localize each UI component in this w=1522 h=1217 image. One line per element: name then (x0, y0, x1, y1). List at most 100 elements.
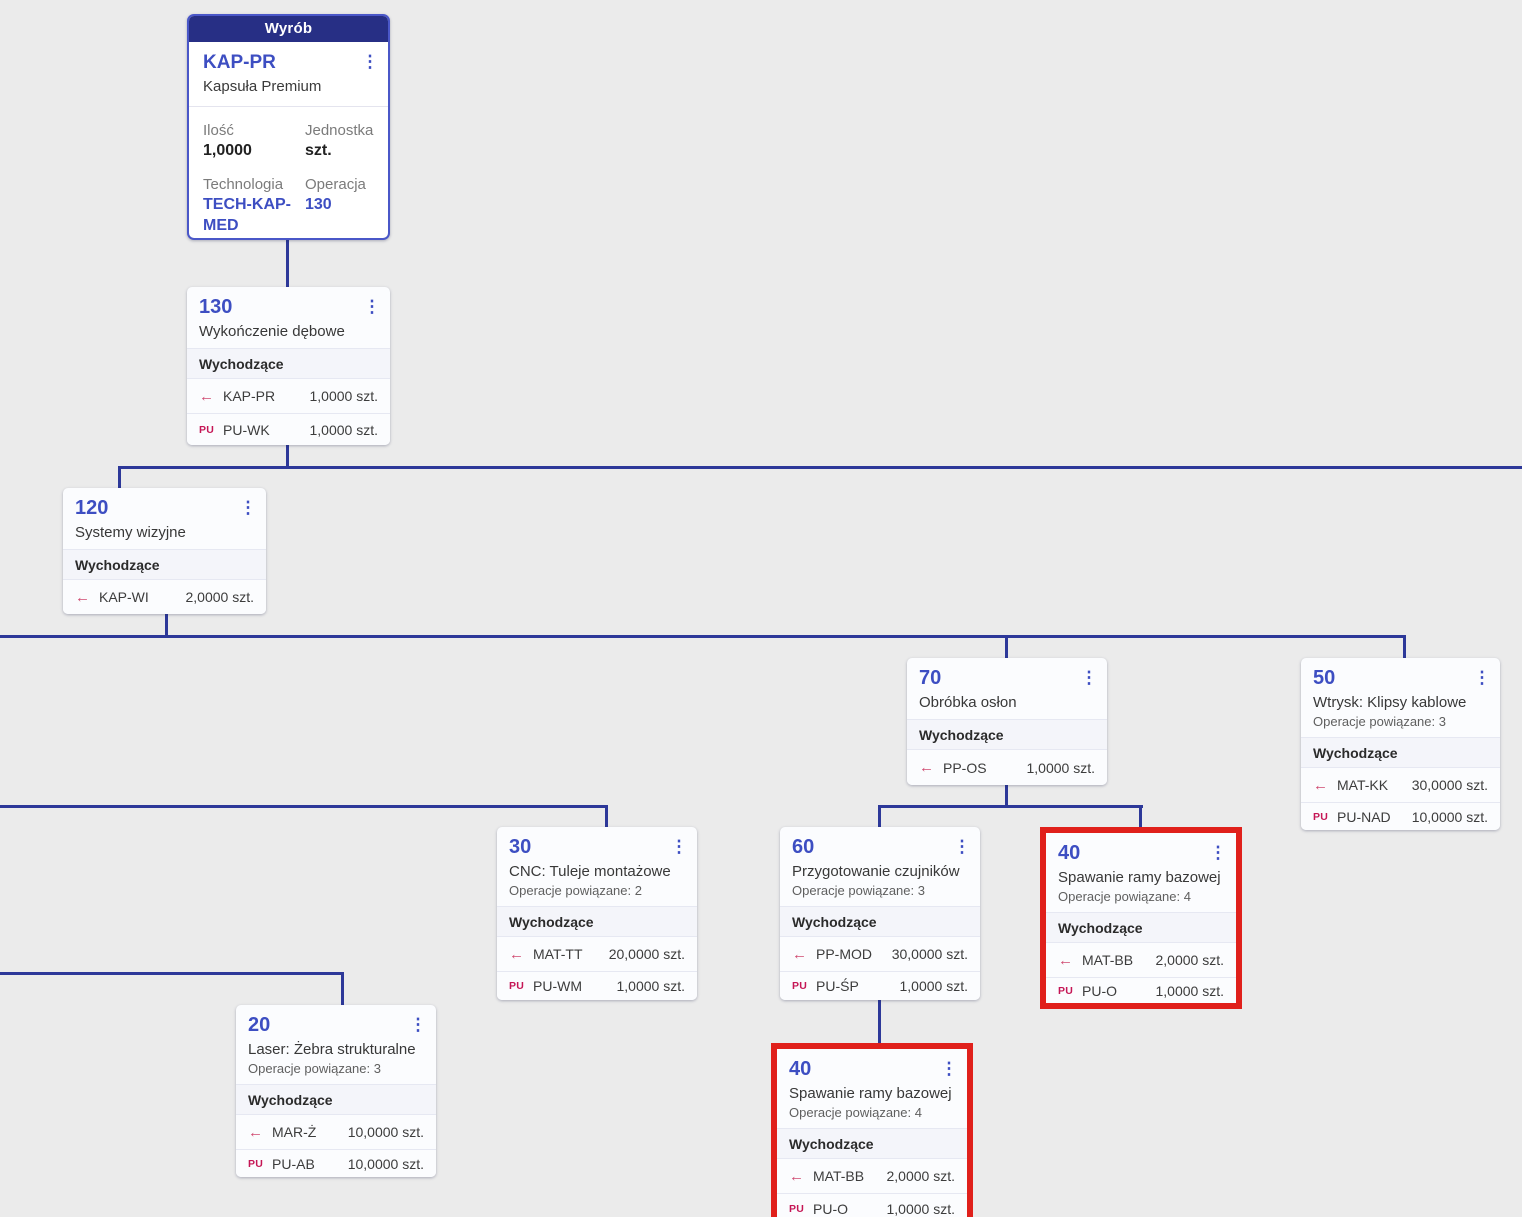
linked-operations-label: Operacje powiązane: 4 (1058, 889, 1191, 904)
connector-line (878, 805, 1143, 808)
operation-card-60[interactable]: 60 Przygotowanie czujników Operacje powi… (780, 827, 980, 1000)
connector-line (1403, 635, 1406, 659)
material-code: PU-NAD (1337, 808, 1391, 825)
unit-label: Jednostka (305, 122, 374, 139)
material-row[interactable]: ← KAP-WI 2,0000 szt. (63, 579, 266, 614)
unit-value: szt. (305, 142, 332, 159)
linked-operations-label: Operacje powiązane: 4 (789, 1105, 922, 1120)
material-row[interactable]: PU PU-AB 10,0000 szt. (236, 1149, 436, 1177)
kebab-menu-icon[interactable]: ⋮ (362, 296, 382, 318)
material-qty: 30,0000 szt. (891, 946, 968, 962)
operation-card-120[interactable]: 120 Systemy wizyjne ⋮ Wychodzące ← KAP-W… (63, 488, 266, 614)
operation-card-130[interactable]: 130 Wykończenie dębowe ⋮ Wychodzące ← KA… (187, 287, 390, 445)
material-row[interactable]: ← PP-MOD 30,0000 szt. (780, 936, 980, 971)
material-row[interactable]: ← MAT-BB 2,0000 szt. (1046, 942, 1236, 977)
operation-number: 30 (509, 836, 532, 858)
outgoing-section-label: Wychodzące (1046, 912, 1236, 942)
qty-label: Ilość (203, 122, 234, 139)
pu-badge-icon: PU (199, 423, 215, 436)
material-row[interactable]: ← MAT-TT 20,0000 szt. (497, 936, 697, 971)
material-row[interactable]: PU PU-O 1,0000 szt. (777, 1193, 967, 1217)
kebab-menu-icon[interactable]: ⋮ (939, 1058, 959, 1080)
operation-number: 50 (1313, 667, 1336, 689)
outgoing-section-label: Wychodzące (780, 906, 980, 936)
material-code: MAT-BB (813, 1168, 865, 1184)
connector-line (0, 805, 608, 808)
operation-title: Wtrysk: Klipsy kablowe (1313, 694, 1467, 711)
material-row[interactable]: PU PU-WM 1,0000 szt. (497, 971, 697, 1000)
outgoing-section-label: Wychodzące (1301, 737, 1500, 767)
operation-card-30[interactable]: 30 CNC: Tuleje montażowe Operacje powiąz… (497, 827, 697, 1000)
operation-number: 60 (792, 836, 815, 858)
operation-card-40-bottom[interactable]: 40 Spawanie ramy bazowej Operacje powiąz… (777, 1049, 967, 1217)
highlighted-operation-frame: 40 Spawanie ramy bazowej Operacje powiąz… (1040, 827, 1242, 1009)
material-qty: 20,0000 szt. (608, 946, 685, 962)
linked-operations-label: Operacje powiązane: 3 (1313, 714, 1446, 729)
incoming-arrow-icon: ← (509, 945, 524, 963)
kebab-menu-icon[interactable]: ⋮ (1079, 667, 1099, 689)
material-row[interactable]: PU PU-NAD 10,0000 szt. (1301, 802, 1500, 830)
linked-operations-label: Operacje powiązane: 3 (248, 1061, 381, 1076)
operation-label: Operacja (305, 176, 366, 193)
material-row[interactable]: PU PU-ŚP 1,0000 szt. (780, 971, 980, 1000)
pu-badge-icon: PU (248, 1157, 264, 1170)
material-row[interactable]: PU PU-WK 1,0000 szt. (187, 413, 390, 445)
material-qty: 1,0000 szt. (1155, 982, 1225, 999)
material-row[interactable]: ← MAR-Ż 10,0000 szt. (236, 1114, 436, 1149)
technology-value[interactable]: TECH-KAP-MED (203, 194, 299, 236)
operation-title: Obróbka osłon (919, 694, 1017, 711)
pu-badge-icon: PU (1313, 810, 1329, 823)
outgoing-section-label: Wychodzące (907, 719, 1107, 749)
material-row[interactable]: ← PP-OS 1,0000 szt. (907, 749, 1107, 785)
operation-title: Systemy wizyjne (75, 524, 186, 541)
material-row[interactable]: ← MAT-KK 30,0000 szt. (1301, 767, 1500, 802)
material-code: PU-O (1082, 982, 1117, 999)
incoming-arrow-icon: ← (1313, 776, 1328, 794)
kebab-menu-icon[interactable]: ⋮ (238, 497, 258, 519)
operation-value[interactable]: 130 (305, 194, 374, 236)
pu-badge-icon: PU (509, 980, 525, 992)
material-row[interactable]: PU PU-O 1,0000 szt. (1046, 977, 1236, 1003)
material-code: PU-WM (533, 978, 582, 994)
operation-card-70[interactable]: 70 Obróbka osłon ⋮ Wychodzące ← PP-OS 1,… (907, 658, 1107, 785)
operation-number: 120 (75, 497, 109, 519)
incoming-arrow-icon: ← (789, 1167, 804, 1185)
pu-badge-icon: PU (1058, 984, 1074, 997)
material-code: PP-MOD (816, 946, 872, 962)
operation-title: Spawanie ramy bazowej (1058, 869, 1221, 886)
kebab-menu-icon[interactable]: ⋮ (669, 836, 689, 858)
operation-card-50[interactable]: 50 Wtrysk: Klipsy kablowe Operacje powią… (1301, 658, 1500, 830)
technology-label: Technologia (203, 176, 284, 193)
kebab-menu-icon[interactable]: ⋮ (952, 836, 972, 858)
product-name: Kapsuła Premium (203, 78, 322, 95)
incoming-arrow-icon: ← (75, 588, 90, 606)
connector-line (341, 972, 344, 1006)
operation-card-20[interactable]: 20 Laser: Żebra strukturalne Operacje po… (236, 1005, 436, 1177)
kebab-menu-icon[interactable]: ⋮ (408, 1014, 428, 1036)
outgoing-section-label: Wychodzące (497, 906, 697, 936)
linked-operations-label: Operacje powiązane: 3 (792, 883, 925, 898)
connector-line (878, 805, 881, 828)
operation-number: 70 (919, 667, 942, 689)
operation-number: 130 (199, 296, 233, 318)
incoming-arrow-icon: ← (199, 387, 214, 405)
qty-value: 1,0000 (203, 142, 252, 159)
product-card[interactable]: Wyrób KAP-PR Kapsuła Premium ⋮ Ilość Jed… (187, 14, 390, 240)
material-qty: 10,0000 szt. (347, 1155, 424, 1172)
material-qty: 1,0000 szt. (309, 388, 379, 404)
operation-card-40[interactable]: 40 Spawanie ramy bazowej Operacje powiąz… (1046, 833, 1236, 1003)
product-card-header: Wyrób (189, 16, 388, 42)
material-qty: 1,0000 szt. (616, 978, 686, 994)
material-row[interactable]: ← KAP-PR 1,0000 szt. (187, 378, 390, 413)
material-code: PU-ŚP (816, 978, 859, 994)
material-qty: 2,0000 szt. (1155, 952, 1225, 968)
operation-title: Wykończenie dębowe (199, 323, 345, 340)
kebab-menu-icon[interactable]: ⋮ (1208, 842, 1228, 864)
material-code: KAP-WI (99, 589, 149, 605)
kebab-menu-icon[interactable]: ⋮ (1472, 667, 1492, 689)
material-row[interactable]: ← MAT-BB 2,0000 szt. (777, 1158, 967, 1193)
kebab-menu-icon[interactable]: ⋮ (360, 51, 380, 73)
incoming-arrow-icon: ← (248, 1123, 263, 1141)
material-qty: 10,0000 szt. (347, 1124, 424, 1140)
operation-number: 20 (248, 1014, 271, 1036)
